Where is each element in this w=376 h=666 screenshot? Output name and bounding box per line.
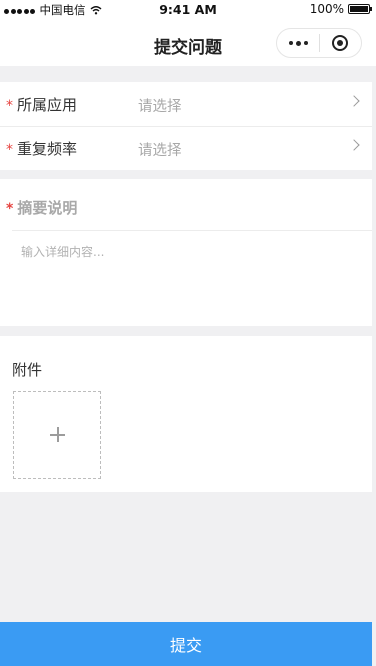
close-button[interactable] (320, 29, 361, 57)
plus-icon (50, 427, 65, 442)
summary-group: * 摘要说明 输入详细内容... (0, 179, 372, 326)
more-dots-icon[interactable] (277, 29, 319, 57)
frequency-select-row[interactable]: * 重复频率 请选择 (0, 126, 372, 170)
attachment-group: 附件 (0, 336, 372, 492)
frequency-label: * 重复频率 (6, 138, 77, 159)
chevron-right-icon (348, 139, 360, 151)
status-right: 100% (309, 2, 372, 16)
required-mark: * (6, 98, 13, 114)
attachment-label: 附件 (12, 361, 43, 379)
target-close-icon (332, 35, 349, 51)
summary-label[interactable]: * 摘要说明 (6, 197, 77, 218)
page-edge (372, 66, 376, 666)
summary-label-text: 摘要说明 (17, 199, 78, 217)
mini-program-capsule (276, 28, 362, 58)
frequency-select-value: 请选择 (138, 143, 182, 159)
nav-bar: 提交问题 (0, 20, 376, 66)
summary-divider (12, 230, 372, 231)
battery-percent: 100% (309, 2, 344, 16)
status-bar: 中国电信 9:41 AM 100% (0, 0, 376, 20)
frequency-label-text: 重复频率 (17, 140, 78, 158)
required-mark: * (6, 142, 13, 158)
selection-group: * 所属应用 请选择 * 重复频率 请选择 (0, 82, 372, 170)
chevron-right-icon (348, 95, 360, 107)
required-mark: * (6, 201, 14, 217)
add-attachment-button[interactable] (13, 391, 101, 479)
app-select-value: 请选择 (138, 99, 182, 115)
battery-icon (348, 4, 372, 14)
app-label-text: 所属应用 (17, 96, 78, 114)
detail-textarea[interactable]: 输入详细内容... (21, 243, 104, 260)
submit-button[interactable]: 提交 (0, 622, 372, 666)
app-select-row[interactable]: * 所属应用 请选择 (0, 82, 372, 127)
app-label: * 所属应用 (6, 94, 77, 115)
